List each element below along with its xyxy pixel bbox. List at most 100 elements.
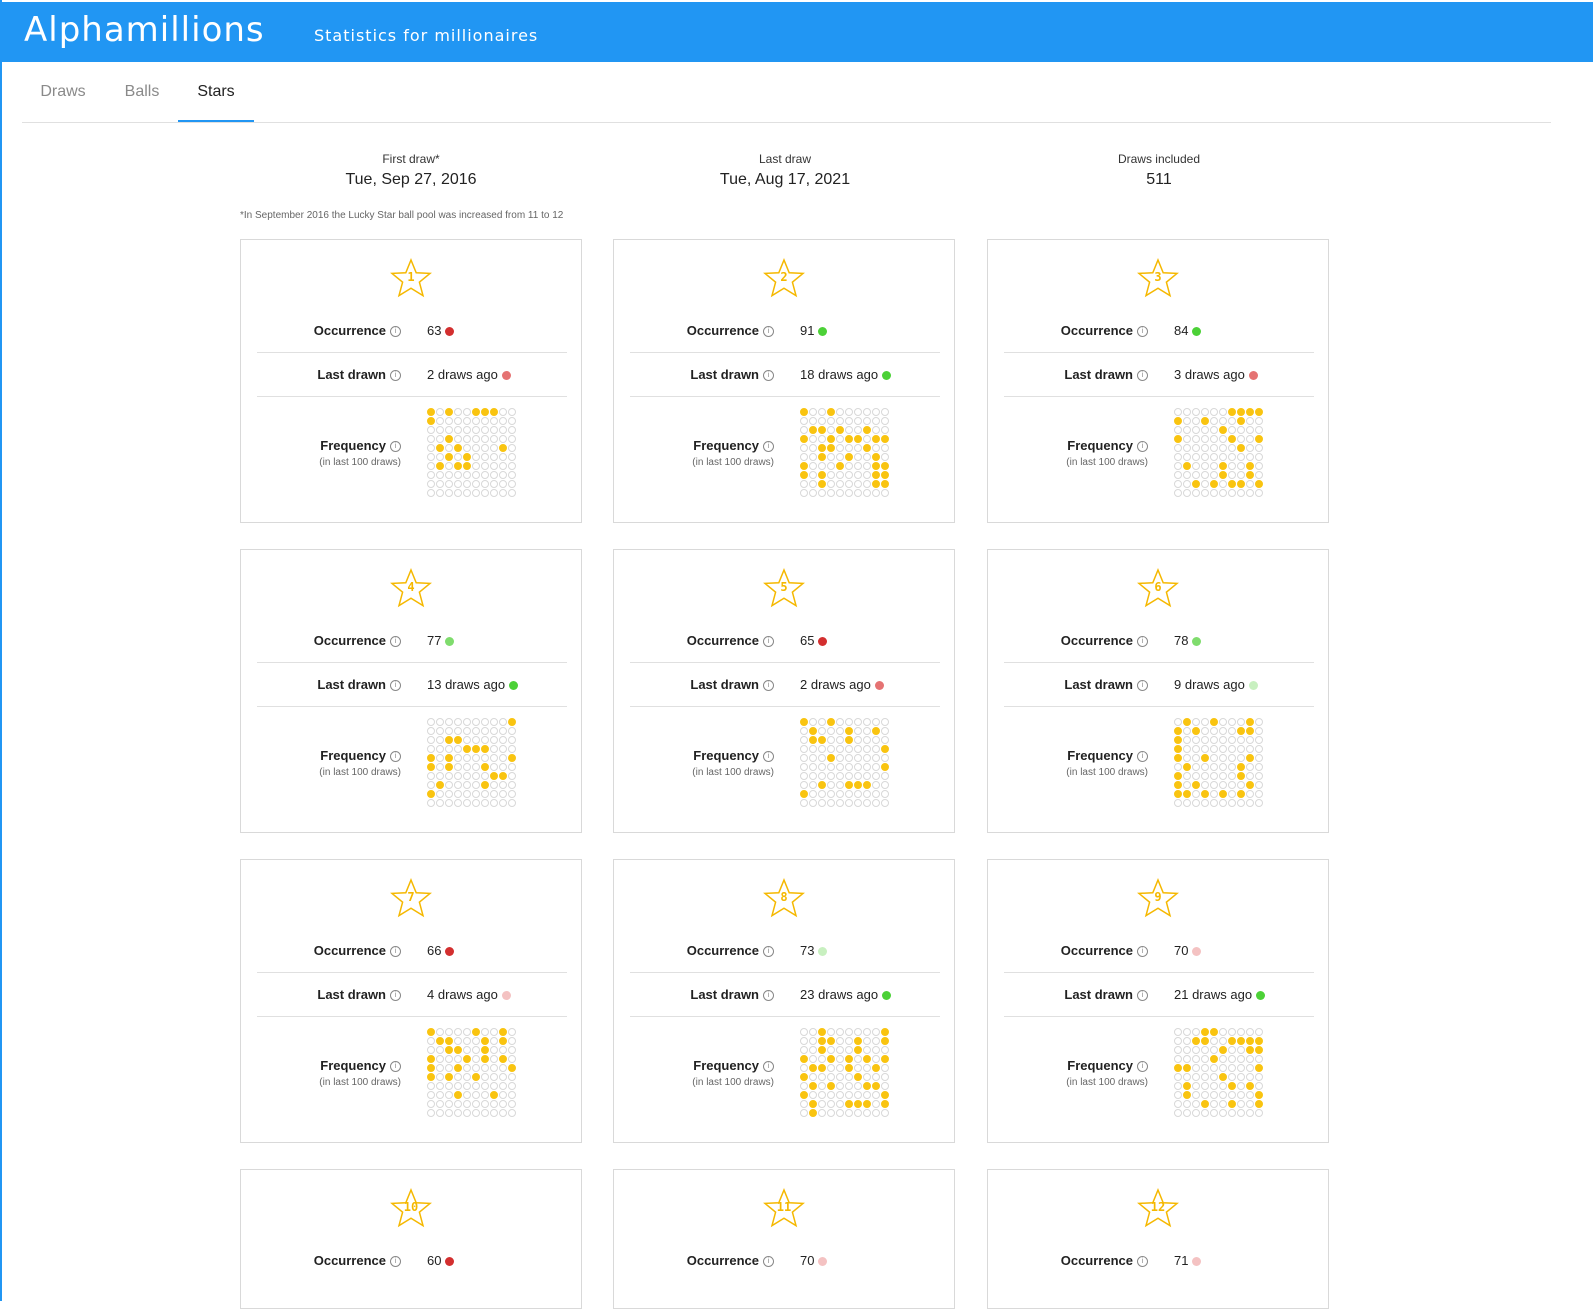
info-icon[interactable]: i: [763, 1256, 774, 1268]
empty-cell: [481, 453, 489, 461]
drawn-cell: [881, 480, 889, 488]
info-icon[interactable]: i: [390, 680, 401, 692]
empty-cell: [863, 772, 871, 780]
empty-cell: [872, 1100, 880, 1108]
empty-cell: [445, 1064, 453, 1072]
info-icon[interactable]: i: [390, 1256, 401, 1268]
drawn-cell: [445, 754, 453, 762]
info-icon[interactable]: i: [1137, 326, 1148, 338]
info-icon[interactable]: i: [1137, 751, 1148, 763]
empty-cell: [863, 745, 871, 753]
empty-cell: [845, 790, 853, 798]
info-icon[interactable]: i: [763, 751, 774, 763]
info-icon[interactable]: i: [390, 326, 401, 338]
empty-cell: [809, 763, 817, 771]
empty-cell: [454, 745, 462, 753]
info-icon[interactable]: i: [1137, 370, 1148, 382]
info-icon[interactable]: i: [390, 1061, 401, 1073]
info-icon[interactable]: i: [1137, 946, 1148, 958]
drawn-cell: [1174, 417, 1182, 425]
empty-cell: [508, 453, 516, 461]
drawn-cell: [1219, 1073, 1227, 1081]
empty-cell: [1210, 763, 1218, 771]
empty-cell: [436, 1100, 444, 1108]
empty-cell: [472, 1100, 480, 1108]
info-icon[interactable]: i: [763, 946, 774, 958]
info-icon[interactable]: i: [763, 1061, 774, 1073]
site-logo[interactable]: Alphamillions: [24, 10, 265, 50]
info-icon[interactable]: i: [763, 441, 774, 453]
drawn-cell: [800, 462, 808, 470]
empty-cell: [508, 1082, 516, 1090]
empty-cell: [499, 718, 507, 726]
drawn-cell: [827, 408, 835, 416]
frequency-grid: [800, 408, 890, 498]
empty-cell: [508, 489, 516, 497]
info-icon[interactable]: i: [1137, 441, 1148, 453]
info-icon[interactable]: i: [1137, 680, 1148, 692]
drawn-cell: [445, 1073, 453, 1081]
last-drawn-value: 9 draws ago: [1174, 677, 1258, 692]
empty-cell: [1174, 1037, 1182, 1045]
info-icon[interactable]: i: [1137, 990, 1148, 1002]
info-icon[interactable]: i: [763, 636, 774, 648]
empty-cell: [818, 489, 826, 497]
empty-cell: [800, 1064, 808, 1072]
info-icon[interactable]: i: [1137, 1256, 1148, 1268]
empty-cell: [1228, 1055, 1236, 1063]
info-icon[interactable]: i: [763, 370, 774, 382]
empty-cell: [1219, 480, 1227, 488]
last-drawn-value: 4 draws ago: [427, 987, 511, 1002]
info-icon[interactable]: i: [390, 751, 401, 763]
empty-cell: [854, 426, 862, 434]
empty-cell: [800, 1028, 808, 1036]
info-icon[interactable]: i: [763, 990, 774, 1002]
drawn-cell: [481, 1055, 489, 1063]
empty-cell: [490, 790, 498, 798]
empty-cell: [1174, 1109, 1182, 1117]
info-icon[interactable]: i: [1137, 1061, 1148, 1073]
empty-cell: [836, 1055, 844, 1063]
empty-cell: [818, 1100, 826, 1108]
drawn-cell: [872, 435, 880, 443]
empty-cell: [1210, 745, 1218, 753]
info-icon[interactable]: i: [763, 326, 774, 338]
empty-cell: [1183, 471, 1191, 479]
star-number: 6: [1154, 580, 1162, 594]
info-icon[interactable]: i: [390, 636, 401, 648]
tab-balls[interactable]: Balls: [106, 62, 178, 122]
frequency-grid: [427, 408, 517, 498]
empty-cell: [508, 1100, 516, 1108]
empty-cell: [845, 1037, 853, 1045]
empty-cell: [881, 426, 889, 434]
info-icon[interactable]: i: [390, 370, 401, 382]
empty-cell: [863, 453, 871, 461]
empty-cell: [1210, 754, 1218, 762]
empty-cell: [499, 480, 507, 488]
empty-cell: [836, 718, 844, 726]
empty-cell: [445, 1055, 453, 1063]
info-icon[interactable]: i: [390, 441, 401, 453]
empty-cell: [1201, 489, 1209, 497]
drawn-cell: [499, 1028, 507, 1036]
empty-cell: [427, 772, 435, 780]
tab-stars[interactable]: Stars: [178, 62, 254, 122]
empty-cell: [1201, 736, 1209, 744]
drawn-cell: [499, 772, 507, 780]
drawn-cell: [1183, 1091, 1191, 1099]
empty-cell: [454, 1100, 462, 1108]
empty-cell: [863, 480, 871, 488]
info-icon[interactable]: i: [390, 990, 401, 1002]
empty-cell: [454, 489, 462, 497]
drawn-cell: [1174, 754, 1182, 762]
empty-cell: [1219, 1091, 1227, 1099]
empty-cell: [1228, 417, 1236, 425]
info-icon[interactable]: i: [763, 680, 774, 692]
empty-cell: [854, 790, 862, 798]
info-icon[interactable]: i: [1137, 636, 1148, 648]
empty-cell: [427, 444, 435, 452]
tab-draws[interactable]: Draws: [22, 62, 104, 122]
empty-cell: [1219, 435, 1227, 443]
info-icon[interactable]: i: [390, 946, 401, 958]
empty-cell: [1246, 1100, 1254, 1108]
